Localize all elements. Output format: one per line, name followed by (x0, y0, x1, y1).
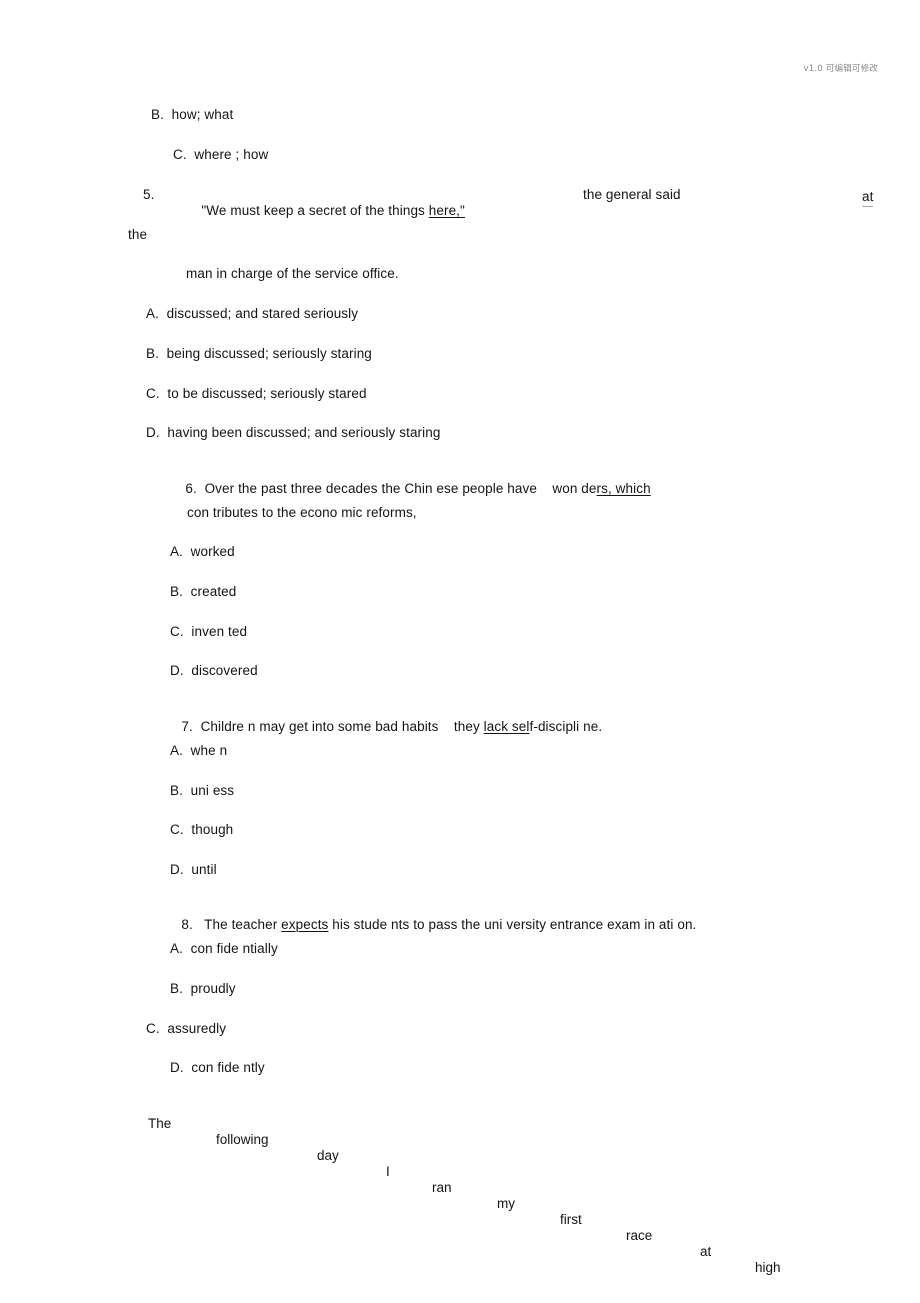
q7-blank-underline: lack sel (483, 719, 530, 734)
option-line: B. proudly (170, 981, 236, 996)
header-watermark: v1.0 可编辑可修改 (803, 64, 878, 74)
option-line: C. to be discussed; seriously stared (146, 386, 367, 401)
justified-word: first (560, 1212, 582, 1227)
justified-word: day (317, 1148, 339, 1163)
q8-key-word-underline: expects (281, 917, 329, 932)
q5-blank-underline-2: at (862, 189, 874, 207)
question-5-stem-part1: "We must keep a secret of the things her… (186, 187, 465, 235)
q5-stem-text-1: "We must keep a secret of the things (201, 203, 429, 218)
question-number-5: 5. (143, 187, 155, 202)
q7-stem-text-2: f-discipli ne. (529, 719, 603, 734)
option-line: D. con fide ntly (170, 1060, 265, 1075)
justified-word: The (148, 1116, 172, 1131)
option-line: C. inven ted (170, 624, 248, 639)
option-line: C. where ; how (173, 147, 269, 162)
question-6-stem-line2: con tributes to the econo mic reforms, (187, 505, 417, 520)
q8-stem-text-2: his stude nts to pass the uni versity en… (328, 917, 697, 932)
option-line: A. discussed; and stared seriously (146, 306, 359, 321)
justified-word: my (497, 1196, 515, 1211)
q7-stem-text-1: 7. Childre n may get into some bad habit… (181, 719, 484, 734)
option-line: D. discovered (170, 663, 258, 678)
question-5-stem-part2: the general said (583, 187, 681, 202)
q8-stem-text-1: 8. The teacher (181, 917, 282, 932)
option-line: A. whe n (170, 743, 228, 758)
option-line: C. assuredly (146, 1021, 227, 1036)
option-line: B. how; what (151, 107, 234, 122)
justified-word: race (626, 1228, 653, 1243)
trailing-justified-line: The following day I ran my first race at… (0, 1100, 920, 1275)
option-line: A. con fide ntially (170, 941, 278, 956)
question-5-continuation-left: the (128, 227, 148, 242)
option-line: B. uni ess (170, 783, 235, 798)
option-line: D. having been discussed; and seriously … (146, 425, 441, 440)
justified-word: following (216, 1132, 269, 1147)
question-7-stem: 7. Childre n may get into some bad habit… (166, 703, 602, 751)
justified-word: ran (432, 1180, 452, 1195)
question-5-continuation: man in charge of the service office. (186, 266, 399, 281)
document-page: v1.0 可编辑可修改 B. how; what C. where ; how … (0, 0, 920, 1303)
q5-blank-underline-1: here," (428, 203, 465, 218)
justified-word: at (700, 1244, 712, 1259)
justified-word: I (386, 1164, 390, 1179)
option-line: A. worked (170, 544, 235, 559)
option-line: B. created (170, 584, 237, 599)
option-line: B. being discussed; seriously staring (146, 346, 372, 361)
option-line: C. though (170, 822, 234, 837)
q6-stem-text-1: 6. Over the past three decades the Chin … (185, 481, 597, 496)
q6-blank-underline: rs, which (596, 481, 651, 496)
justified-word: high (755, 1260, 781, 1275)
option-line: D. until (170, 862, 217, 877)
